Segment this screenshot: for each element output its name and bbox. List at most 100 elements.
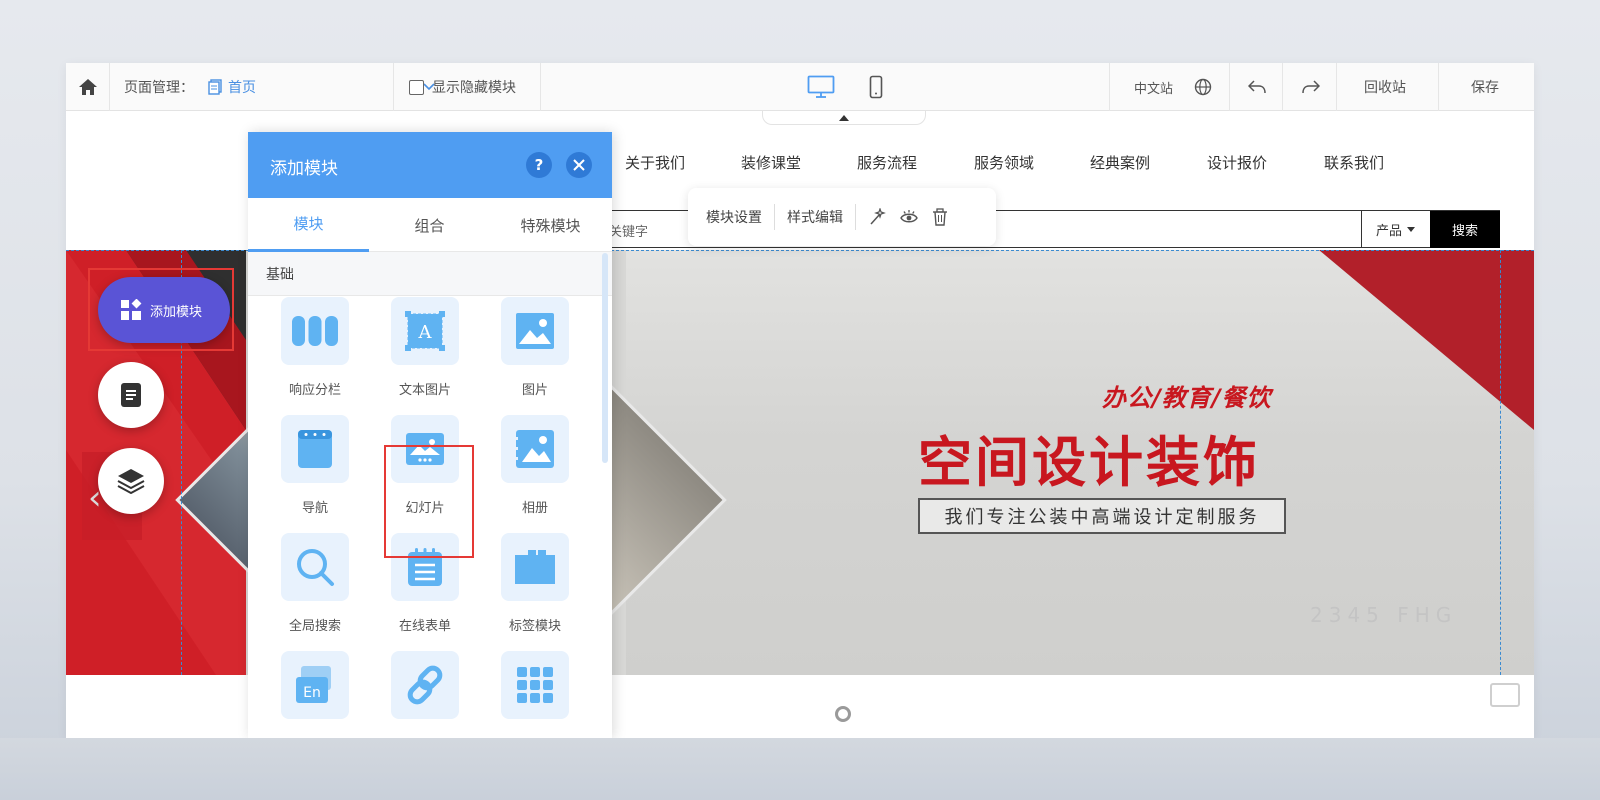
module-tile-navigation[interactable]: 导航 — [260, 415, 370, 516]
image-icon — [516, 313, 554, 349]
layout-guide-right — [1500, 250, 1501, 675]
module-tile-label: 响应分栏 — [288, 383, 341, 398]
mobile-icon — [869, 75, 883, 99]
module-tile-search[interactable]: 全局搜索 — [260, 533, 370, 634]
module-tile-album[interactable]: 相册 — [480, 415, 590, 516]
site-nav-quote[interactable]: 设计报价 — [1207, 152, 1267, 173]
panel-tabs: 模块 组合 特殊模块 — [248, 198, 612, 252]
module-tile-grid[interactable] — [480, 651, 590, 733]
slideshow-tile-highlight — [384, 445, 474, 558]
site-nav-contact[interactable]: 联系我们 — [1324, 152, 1384, 173]
desktop-view-button[interactable] — [801, 63, 841, 111]
module-toolbar: 模块设置 样式编辑 — [688, 188, 996, 246]
tab-combos[interactable]: 组合 — [369, 198, 490, 252]
site-nav-fields[interactable]: 服务领域 — [974, 152, 1034, 173]
delete-button[interactable] — [932, 208, 948, 226]
module-tile-label: 标签模块 — [508, 619, 561, 634]
site-nav-class[interactable]: 装修课堂 — [741, 152, 801, 173]
search-category-select[interactable]: 产品 — [1361, 211, 1429, 248]
search-category-label: 产品 — [1375, 224, 1402, 239]
fab-highlight-box — [88, 268, 234, 351]
module-tile-columns[interactable]: 响应分栏 — [260, 297, 370, 398]
module-tile-label: 全局搜索 — [288, 619, 341, 634]
tab-special[interactable]: 特殊模块 — [490, 198, 611, 252]
globe-icon — [1194, 78, 1212, 96]
visibility-button[interactable] — [900, 209, 918, 225]
undo-icon — [1248, 80, 1266, 94]
page-background-bottom — [0, 738, 1600, 800]
site-language-label[interactable]: 中文站 — [1134, 63, 1173, 111]
banner-watermark: 2345 FHG — [1310, 603, 1458, 627]
page-icon — [208, 79, 222, 95]
banner-tagline: 我们专注公装中高端设计定制服务 — [918, 498, 1286, 534]
help-button[interactable]: ? — [526, 152, 552, 178]
undo-button[interactable] — [1248, 63, 1266, 111]
banner-corner-red — [1319, 250, 1534, 430]
site-nav-process[interactable]: 服务流程 — [857, 152, 917, 173]
trash-icon — [933, 208, 947, 226]
tabs-icon — [515, 550, 555, 584]
tab-modules[interactable]: 模块 — [248, 198, 369, 252]
redo-button[interactable] — [1302, 63, 1320, 111]
columns-icon — [292, 316, 338, 346]
show-hidden-checkbox[interactable] — [409, 79, 424, 95]
module-tile-label: 文本图片 — [398, 383, 451, 398]
collapse-toolbar-toggle[interactable] — [762, 111, 926, 125]
banner-headline: 空间设计装饰 — [918, 431, 1260, 494]
collapse-arrow-icon — [839, 114, 849, 121]
editor-toolbar: 页面管理： 首页 显示隐藏模块 中文站 回收站 保存 — [66, 63, 1534, 111]
mobile-view-button[interactable] — [856, 63, 896, 111]
close-icon — [573, 159, 585, 171]
module-tile-tabs[interactable]: 标签模块 — [480, 533, 590, 634]
module-tile-label: 图片 — [521, 383, 548, 398]
text-image-icon: A — [405, 311, 445, 351]
magic-wand-icon — [870, 208, 886, 225]
language-switch-button[interactable] — [1194, 63, 1212, 111]
svg-text:En: En — [303, 685, 321, 701]
grid-icon — [517, 667, 553, 703]
slide-indicator-dot[interactable] — [835, 706, 851, 722]
eye-icon — [900, 210, 918, 223]
save-button[interactable]: 保存 — [1471, 63, 1499, 111]
section-basic-header: 基础 — [248, 252, 612, 296]
current-page-name: 首页 — [228, 80, 256, 96]
search-placeholder: 关键字 — [609, 225, 649, 240]
module-tile-text-image[interactable]: A 文本图片 — [370, 297, 480, 398]
redo-icon — [1302, 80, 1320, 94]
link-icon — [407, 665, 443, 705]
site-nav-cases[interactable]: 经典案例 — [1090, 152, 1150, 173]
layers-icon — [117, 469, 145, 494]
magic-wand-button[interactable] — [868, 208, 886, 226]
recycle-bin-button[interactable]: 回收站 — [1364, 63, 1406, 111]
module-tile-image[interactable]: 图片 — [480, 297, 590, 398]
module-tile-link[interactable] — [370, 651, 480, 733]
module-tile-label: 导航 — [301, 501, 328, 516]
module-settings-button[interactable]: 模块设置 — [706, 207, 762, 227]
slide-next-handle[interactable] — [1490, 683, 1520, 707]
site-nav-about[interactable]: 关于我们 — [625, 152, 685, 173]
pages-button[interactable] — [98, 362, 164, 428]
add-module-panel: 添加模块 ? 模块 组合 特殊模块 基础 响应分栏 A 文本图片 图片 导航 幻… — [248, 132, 612, 738]
layers-button[interactable] — [98, 448, 164, 514]
module-tile-label: 相册 — [521, 501, 548, 516]
album-icon — [515, 430, 554, 468]
caret-down-icon — [1407, 227, 1415, 232]
module-tile-language[interactable]: En — [260, 651, 370, 733]
page-manager[interactable]: 页面管理： 首页 — [124, 63, 454, 111]
close-button[interactable] — [566, 152, 592, 178]
site-search-input[interactable]: 关键字 — [530, 210, 1500, 248]
panel-title: 添加模块 — [270, 159, 338, 179]
svg-text:A: A — [418, 322, 433, 343]
home-button[interactable] — [66, 63, 109, 111]
show-hidden-modules-toggle[interactable]: 显示隐藏模块 — [409, 63, 559, 111]
desktop-icon — [807, 75, 835, 98]
show-hidden-label: 显示隐藏模块 — [432, 80, 516, 96]
banner-subtitle: 办公/教育/餐饮 — [1102, 384, 1272, 412]
site-search-button[interactable]: 搜索 — [1430, 211, 1500, 248]
search-icon — [297, 549, 334, 586]
home-icon — [78, 79, 97, 95]
language-icon: En — [296, 666, 331, 703]
module-tile-label: 在线表单 — [398, 619, 451, 634]
style-edit-button[interactable]: 样式编辑 — [787, 207, 843, 227]
panel-scrollbar[interactable] — [602, 253, 608, 463]
